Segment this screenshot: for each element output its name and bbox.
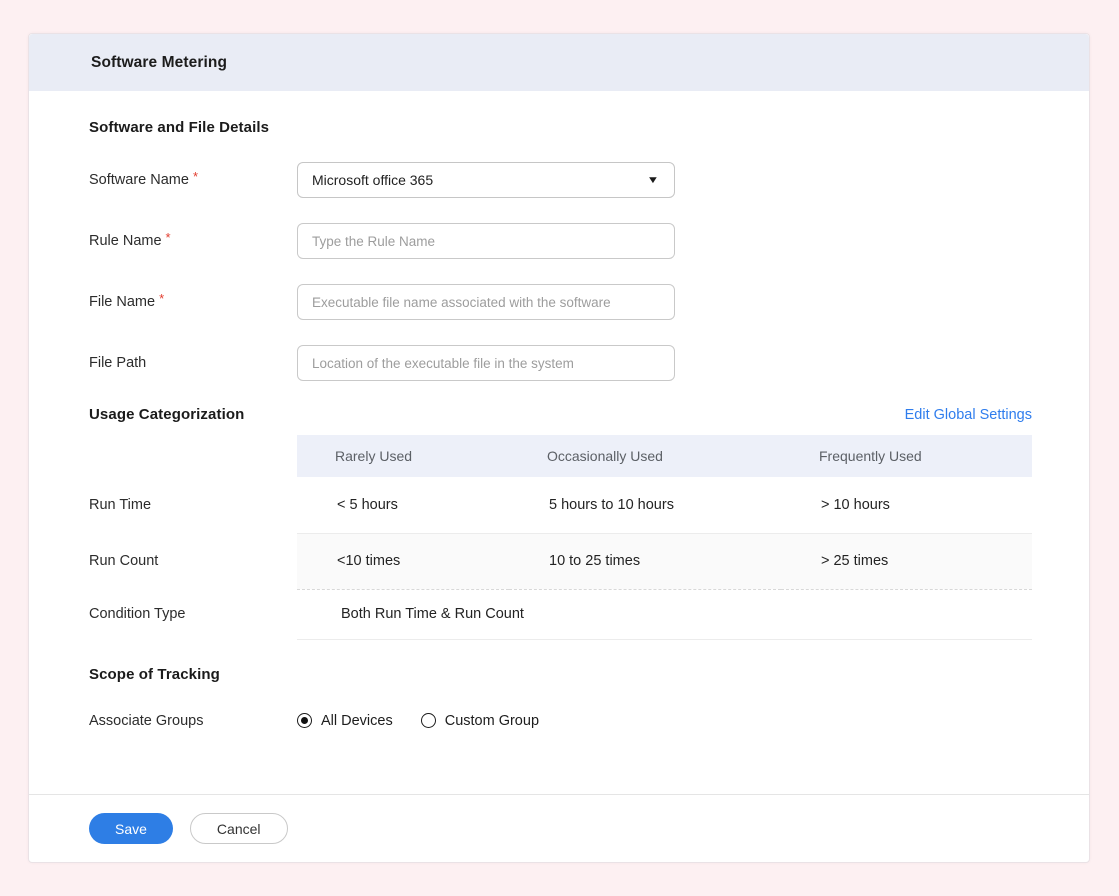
form-row-file-name: File Name * <box>89 284 1032 320</box>
table-row-condition-type: Both Run Time & Run Count <box>297 589 1032 639</box>
run-count-occasionally-cell: 10 to 25 times <box>509 533 781 589</box>
run-time-label: Run Time <box>89 477 297 533</box>
panel-title: Software Metering <box>29 34 1089 91</box>
section-heading-usage-categorization: Usage Categorization <box>89 406 244 423</box>
form-row-rule-name: Rule Name * <box>89 223 1032 259</box>
section-heading-scope-of-tracking: Scope of Tracking <box>89 666 1032 683</box>
radio-option-all-devices[interactable]: All Devices <box>297 713 393 729</box>
software-name-label: Software Name * <box>89 172 297 188</box>
file-path-label-text: File Path <box>89 355 146 371</box>
run-count-label: Run Count <box>89 533 297 589</box>
software-name-select[interactable]: Microsoft office 365 ▼ <box>297 162 675 198</box>
usage-table: Rarely Used Occasionally Used Frequently… <box>297 435 1032 640</box>
run-time-occasionally-cell: 5 hours to 10 hours <box>509 477 781 533</box>
associate-groups-label: Associate Groups <box>89 713 297 729</box>
table-row-run-time: < 5 hours 5 hours to 10 hours > 10 hours <box>297 477 1032 533</box>
save-button[interactable]: Save <box>89 813 173 844</box>
usage-grid: Run Time Run Count Condition Type Rarely… <box>89 435 1032 640</box>
condition-type-value-cell: Both Run Time & Run Count <box>297 589 1032 639</box>
usage-categorization-header: Usage Categorization Edit Global Setting… <box>89 406 1032 423</box>
run-time-frequently-cell: > 10 hours <box>781 477 1032 533</box>
usage-row-labels: Run Time Run Count Condition Type <box>89 435 297 640</box>
rule-name-input[interactable] <box>297 223 675 259</box>
run-count-frequently-cell: > 25 times <box>781 533 1032 589</box>
run-time-rarely-cell: < 5 hours <box>297 477 509 533</box>
form-row-file-path: File Path <box>89 345 1032 381</box>
radio-selected-icon[interactable] <box>297 713 312 728</box>
table-row-run-count: <10 times 10 to 25 times > 25 times <box>297 533 1032 589</box>
file-name-label: File Name * <box>89 294 297 310</box>
header-frequently-used: Frequently Used <box>781 435 1032 477</box>
run-count-rarely-cell: <10 times <box>297 533 509 589</box>
associate-groups-row: Associate Groups All Devices Custom Grou… <box>89 713 1032 729</box>
header-occasionally-used: Occasionally Used <box>509 435 781 477</box>
rule-name-label: Rule Name * <box>89 233 297 249</box>
header-rarely-used: Rarely Used <box>297 435 509 477</box>
section-heading-software-file-details: Software and File Details <box>89 119 1032 136</box>
file-name-label-text: File Name <box>89 294 155 310</box>
condition-type-label: Condition Type <box>89 589 297 639</box>
required-asterisk: * <box>159 291 164 306</box>
panel-footer: Save Cancel <box>29 794 1089 862</box>
edit-global-settings-link[interactable]: Edit Global Settings <box>905 407 1032 423</box>
required-asterisk: * <box>193 169 198 184</box>
rule-name-label-text: Rule Name <box>89 233 162 249</box>
radio-unselected-icon[interactable] <box>421 713 436 728</box>
all-devices-label: All Devices <box>321 713 393 729</box>
chevron-down-icon: ▼ <box>647 175 660 186</box>
radio-option-custom-group[interactable]: Custom Group <box>421 713 539 729</box>
usage-table-header-row: Rarely Used Occasionally Used Frequently… <box>297 435 1032 477</box>
file-name-input[interactable] <box>297 284 675 320</box>
file-path-input[interactable] <box>297 345 675 381</box>
required-asterisk: * <box>166 230 171 245</box>
panel-body: Software and File Details Software Name *… <box>29 91 1089 794</box>
associate-groups-options: All Devices Custom Group <box>297 713 567 729</box>
cancel-button[interactable]: Cancel <box>190 813 288 844</box>
software-metering-panel: Software Metering Software and File Deta… <box>28 33 1090 863</box>
form-row-software-name: Software Name * Microsoft office 365 ▼ <box>89 162 1032 198</box>
custom-group-label: Custom Group <box>445 713 539 729</box>
software-name-label-text: Software Name <box>89 172 189 188</box>
software-name-selected-value: Microsoft office 365 <box>312 172 433 188</box>
file-path-label: File Path <box>89 355 297 371</box>
